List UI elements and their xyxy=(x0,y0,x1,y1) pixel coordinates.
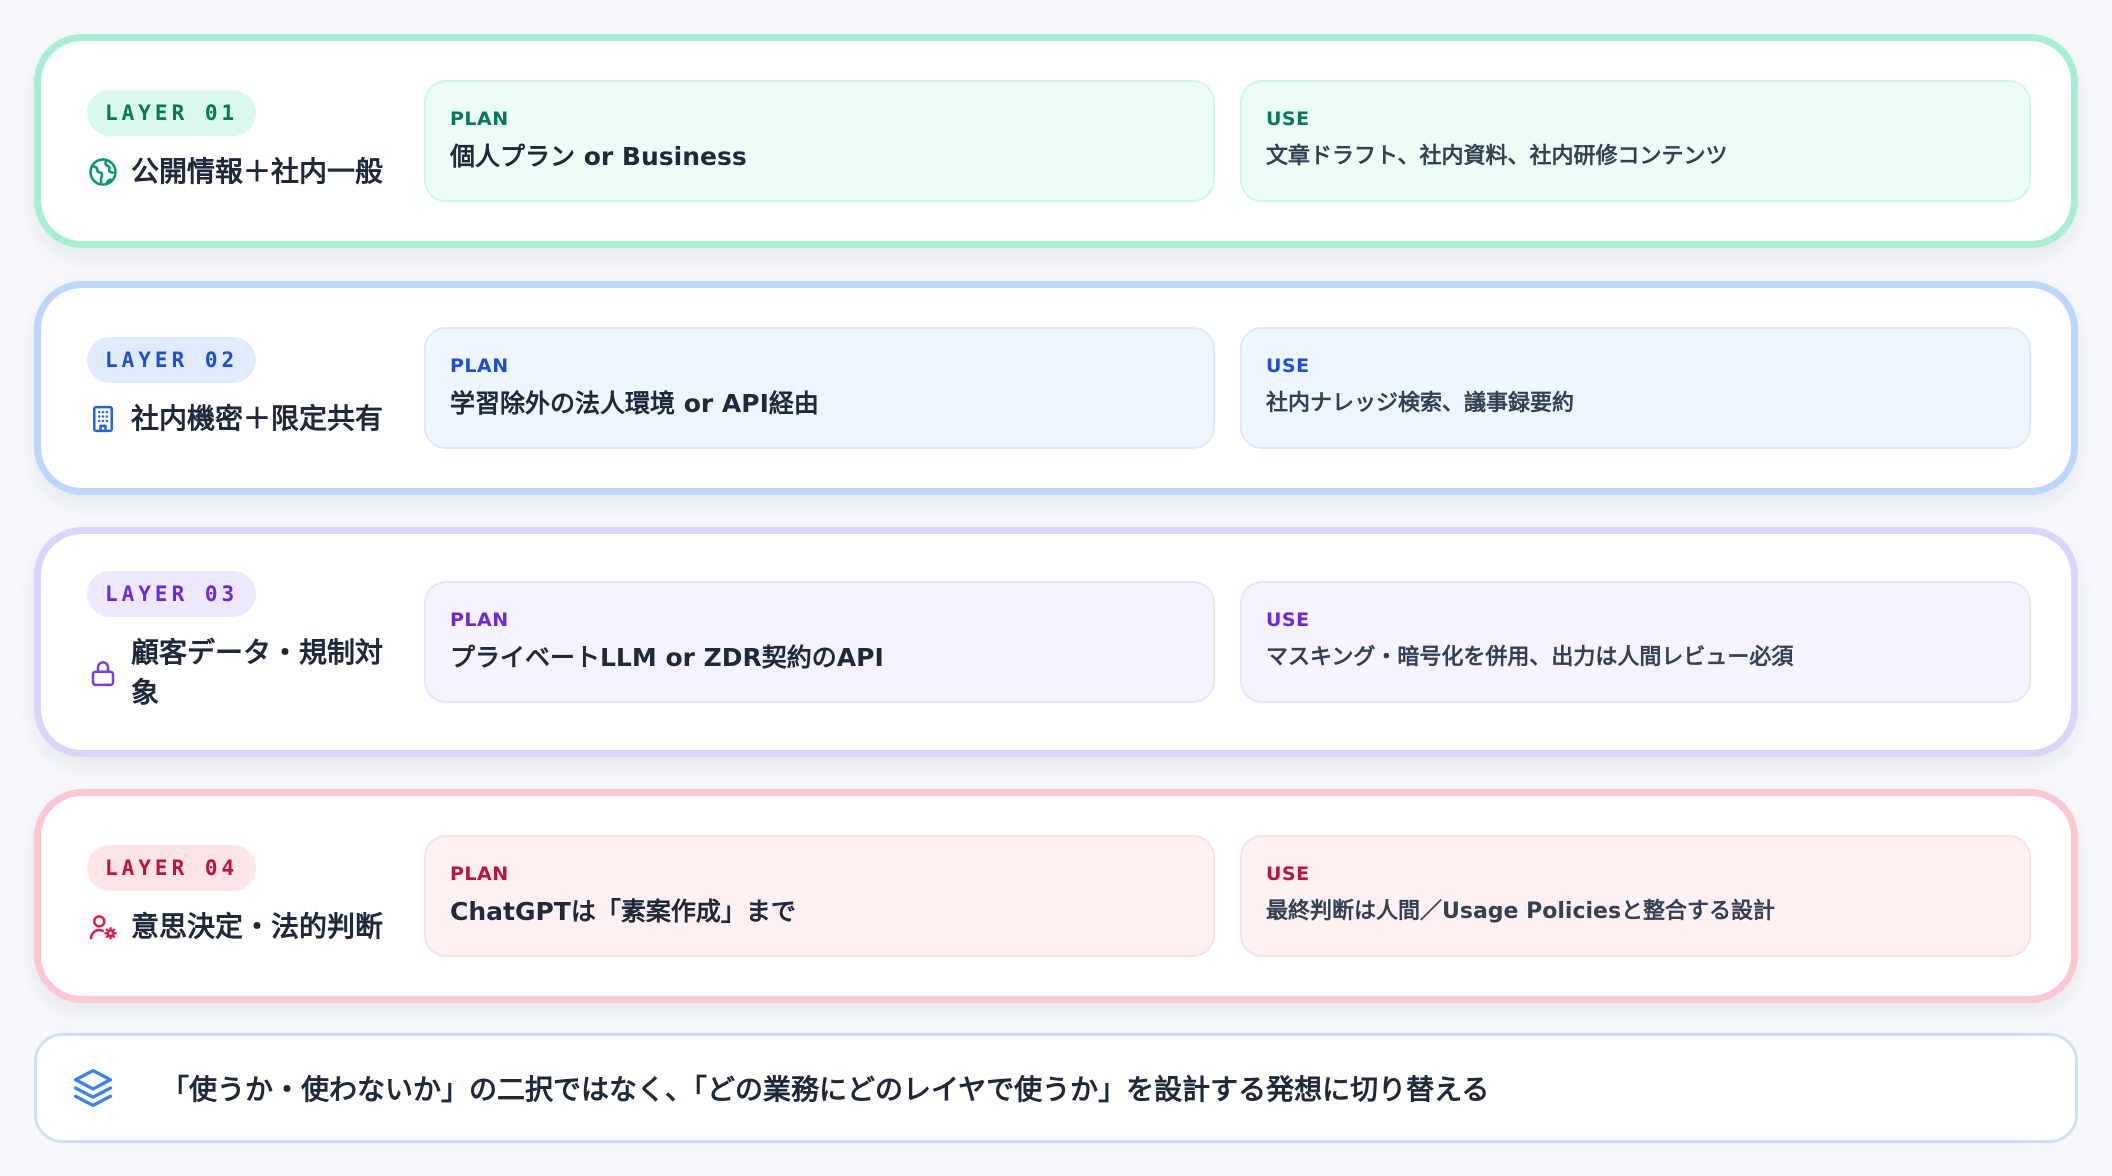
layer-badge: LAYER 02 xyxy=(87,337,257,383)
use-label: USE xyxy=(1266,108,1310,130)
layer-title: 社内機密＋限定共有 xyxy=(131,402,384,435)
plan-card: PLAN 学習除外の法人環境 or API経由 xyxy=(424,327,1215,449)
layer-title: 公開情報＋社内一般 xyxy=(131,155,384,188)
layer-title: 意思決定・法的判断 xyxy=(131,910,384,943)
building-icon xyxy=(87,403,119,435)
plan-label: PLAN xyxy=(450,108,509,130)
use-label: USE xyxy=(1266,863,1310,885)
use-value: 社内ナレッジ検索、議事録要約 xyxy=(1266,391,1575,416)
summary-banner: 「使うか・使わないか」の二択ではなく、「どの業務にどのレイヤで使うか」を設計する… xyxy=(34,1033,2078,1143)
layer-title: 顧客データ・規制対象 xyxy=(131,636,384,709)
layer-1-row: LAYER 01 公開情報＋社内一般 PLAN 個人プラン or Busines… xyxy=(34,34,2078,248)
use-value: マスキング・暗号化を併用、出力は人間レビュー必須 xyxy=(1266,645,1794,670)
layer-title-row: 意思決定・法的判断 xyxy=(87,907,397,947)
plan-card: PLAN 個人プラン or Business xyxy=(424,80,1215,202)
user-gear-icon xyxy=(87,911,119,943)
layer-badge: LAYER 03 xyxy=(87,571,257,617)
lock-icon xyxy=(87,657,119,689)
plan-label: PLAN xyxy=(450,863,509,885)
layer-title-row: 顧客データ・規制対象 xyxy=(87,633,397,713)
plan-value: プライベートLLM or ZDR契約のAPI xyxy=(450,643,884,672)
layers-icon xyxy=(71,1066,115,1110)
layer-4-row: LAYER 04 意思決定・法的判断 PLAN ChatGPTは「素案作成」まで… xyxy=(34,789,2078,1003)
layer-badge: LAYER 04 xyxy=(87,845,257,891)
use-card: USE 社内ナレッジ検索、議事録要約 xyxy=(1240,327,2031,449)
plan-card: PLAN ChatGPTは「素案作成」まで xyxy=(424,835,1215,957)
layer-badge: LAYER 01 xyxy=(87,90,257,136)
layer-3-row: LAYER 03 顧客データ・規制対象 PLAN プライベートLLM or ZD… xyxy=(34,527,2078,757)
layer-2-header: LAYER 02 社内機密＋限定共有 xyxy=(87,288,397,488)
plan-value: 個人プラン or Business xyxy=(450,142,747,171)
plan-label: PLAN xyxy=(450,355,509,377)
use-card: USE マスキング・暗号化を併用、出力は人間レビュー必須 xyxy=(1240,581,2031,703)
use-label: USE xyxy=(1266,609,1310,631)
summary-text: 「使うか・使わないか」の二択ではなく、「どの業務にどのレイヤで使うか」を設計する… xyxy=(161,1073,1490,1106)
layer-3-header: LAYER 03 顧客データ・規制対象 xyxy=(87,534,397,750)
use-card: USE 最終判断は人間／Usage Policiesと整合する設計 xyxy=(1240,835,2031,957)
use-value: 最終判断は人間／Usage Policiesと整合する設計 xyxy=(1266,899,1776,924)
use-value: 文章ドラフト、社内資料、社内研修コンテンツ xyxy=(1266,144,1728,169)
layer-1-header: LAYER 01 公開情報＋社内一般 xyxy=(87,41,397,241)
use-label: USE xyxy=(1266,355,1310,377)
layer-2-row: LAYER 02 社内機密＋限定共有 PLAN 学習除外の法人環境 or API… xyxy=(34,281,2078,495)
plan-value: ChatGPTは「素案作成」まで xyxy=(450,897,796,926)
plan-card: PLAN プライベートLLM or ZDR契約のAPI xyxy=(424,581,1215,703)
use-card: USE 文章ドラフト、社内資料、社内研修コンテンツ xyxy=(1240,80,2031,202)
globe-icon xyxy=(87,156,119,188)
layer-title-row: 社内機密＋限定共有 xyxy=(87,399,397,439)
layer-4-header: LAYER 04 意思決定・法的判断 xyxy=(87,796,397,996)
plan-value: 学習除外の法人環境 or API経由 xyxy=(450,389,819,418)
plan-label: PLAN xyxy=(450,609,509,631)
layer-title-row: 公開情報＋社内一般 xyxy=(87,152,397,192)
